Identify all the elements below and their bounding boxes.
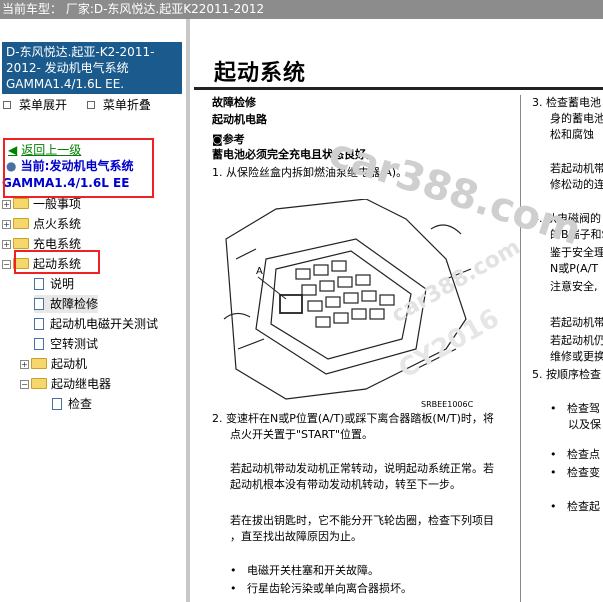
right-step-3: 3. 检查蓄电池 <box>532 96 601 109</box>
tree-item-troubleshooting[interactable]: 故障检修 <box>34 295 99 313</box>
highlight-box-starting <box>14 250 100 274</box>
tree-item-general[interactable]: + 一般事项 <box>2 195 81 213</box>
tree-item-label: 一般事项 <box>33 197 82 211</box>
folder-icon <box>13 218 29 229</box>
bullet-2: • 行星齿轮污染或单向离合器损坏。 <box>230 582 412 595</box>
tree-item-noload-test[interactable]: 空转测试 <box>34 335 98 353</box>
right-bullet-1-text: 检查驾 <box>566 402 600 415</box>
right-line-1: 身的蓄电池 <box>550 112 603 125</box>
top-title-bar: 当前车型： 厂家:D-东风悦达.起亚K22011-2012 <box>0 0 603 19</box>
right-bullet-2: • 检查点 <box>550 448 600 461</box>
folder-icon <box>13 238 29 249</box>
document-icon <box>52 398 62 410</box>
right-line-4: 修松动的连 <box>550 178 603 191</box>
fuse-box-illustration: A SRBEE1006C <box>223 199 474 409</box>
figure-code: SRBEE1006C <box>421 400 474 409</box>
right-bullet-2-text: 检查点 <box>566 448 600 461</box>
bullet-2-text: 行星齿轮污染或单向离合器损坏。 <box>246 582 412 595</box>
right-line-10: 若起动机仍 <box>550 334 603 347</box>
panel-header: D-东风悦达.起亚-K2-2011-2012- 发动机电气系统 GAMMA1.4… <box>2 42 182 94</box>
expand-toggle-icon[interactable]: + <box>2 220 11 229</box>
column-divider <box>520 95 521 602</box>
right-line-9: 若起动机带 <box>550 316 603 329</box>
tree-item-starter[interactable]: + 起动机 <box>20 355 87 373</box>
tree-item-starter-relay[interactable]: − 起动继电器 <box>20 375 111 393</box>
para-1-line1: 若起动机带动发动机正常转动，说明起动系统正常。若 <box>230 462 494 475</box>
document-icon <box>34 278 44 290</box>
para-2-line2: ，直至找出故障原因为止。 <box>230 530 362 543</box>
tree-item-solenoid-test[interactable]: 起动机电磁开关测试 <box>34 315 158 333</box>
document-icon <box>34 338 44 350</box>
menu-collapse-label: 菜单折叠 <box>102 98 151 112</box>
navigation-panel: D-东风悦达.起亚-K2-2011-2012- 发动机电气系统 GAMMA1.4… <box>0 19 190 602</box>
right-bullet-1: • 检查驾 <box>550 402 600 415</box>
folder-icon <box>13 198 29 209</box>
document-icon <box>34 318 44 330</box>
reference-note: ◙参考 <box>212 133 245 147</box>
step-2-line2: 点火开关置于"START"位置。 <box>230 428 374 441</box>
tree-item-inspection[interactable]: 检查 <box>52 395 92 413</box>
right-bullet-3-text: 检查变 <box>566 466 600 479</box>
tree-item-label: 起动机电磁开关测试 <box>50 317 159 331</box>
right-bullet-3: • 检查变 <box>550 466 600 479</box>
vehicle-title: 当前车型： 厂家:D-东风悦达.起亚K22011-2012 <box>2 2 265 16</box>
tree-item-label: 充电系统 <box>33 237 82 251</box>
collapse-toggle-icon[interactable]: − <box>20 380 29 389</box>
right-line-7: N或P(A/T <box>550 262 599 275</box>
bullet-1: • 电磁开关柱塞和开关故障。 <box>230 564 379 577</box>
right-bullet-1b: 以及保 <box>568 418 601 431</box>
expand-icon <box>3 101 11 109</box>
reference-label: 参考 <box>222 133 245 146</box>
tree-item-label: 故障检修 <box>50 297 99 311</box>
tree-item-description[interactable]: 说明 <box>34 275 74 293</box>
right-bullet-4: • 检查起 <box>550 500 600 513</box>
folder-icon <box>31 358 47 369</box>
right-line-3: 若起动机带 <box>550 162 603 175</box>
document-icon <box>34 298 44 310</box>
expand-toggle-icon[interactable]: + <box>20 360 29 369</box>
tree-item-label: 检查 <box>68 397 93 411</box>
menu-expand-label: 菜单展开 <box>19 98 68 112</box>
right-bullet-4-text: 检查起 <box>566 500 600 513</box>
note-icon: ◙ <box>212 133 223 146</box>
menu-ops: 菜单展开 菜单折叠 <box>0 96 186 114</box>
tree-item-label: 空转测试 <box>50 337 99 351</box>
bullet-1-text: 电磁开关柱塞和开关故障。 <box>246 564 379 577</box>
heading-starter-circuit: 起动机电路 <box>212 113 267 126</box>
open-folder-icon <box>31 378 47 389</box>
warning-text: 蓄电池必须完全充电且状态良好。 <box>212 148 377 161</box>
tree-item-label: 起动机 <box>51 357 88 371</box>
right-line-8: 注意安全, <box>550 280 598 293</box>
para-2-line1: 若在拔出钥匙时，它不能分开飞轮齿圈，检查下列项目 <box>230 514 494 527</box>
right-step-5: 5. 按顺序检查 <box>532 368 601 381</box>
step-2-line1: 2. 变速杆在N或P位置(A/T)或踩下离合器踏板(M/T)时，将 <box>212 412 494 425</box>
right-line-11: 维修或更换 <box>550 350 603 363</box>
menu-expand-button[interactable]: 菜单展开 <box>3 98 75 112</box>
tree-item-label: 说明 <box>50 277 75 291</box>
right-line-2: 松和腐蚀 <box>550 128 594 141</box>
right-line-6: 鉴于安全理 <box>550 246 603 259</box>
collapse-icon <box>86 101 95 109</box>
expand-toggle-icon[interactable]: + <box>2 200 11 209</box>
document-viewer[interactable]: 起动系统 故障检修 起动机电路 ◙参考 蓄电池必须完全充电且状态良好。 1. 从… <box>194 19 603 602</box>
right-line-5: 的B端子和S <box>550 228 603 241</box>
para-1-line2: 起动机根本没有带动发动机转动，转至下一步。 <box>230 478 461 491</box>
figure-callout-a: A <box>256 266 263 277</box>
step-1: 1. 从保险丝盒内拆卸燃油泵继电器(A)。 <box>212 166 408 179</box>
menu-collapse-button[interactable]: 菜单折叠 <box>86 98 159 112</box>
right-step-4: 4. 从电磁阀的 <box>532 212 601 225</box>
highlight-box-current <box>3 138 154 198</box>
title-rule <box>194 87 603 90</box>
tree-item-label: 起动继电器 <box>51 377 112 391</box>
collapse-toggle-icon[interactable]: − <box>2 260 11 269</box>
tree-item-ignition[interactable]: + 点火系统 <box>2 215 81 233</box>
expand-toggle-icon[interactable]: + <box>2 240 11 249</box>
doc-title: 起动系统 <box>214 61 307 86</box>
heading-troubleshooting: 故障检修 <box>212 96 256 109</box>
tree-item-label: 点火系统 <box>33 217 82 231</box>
